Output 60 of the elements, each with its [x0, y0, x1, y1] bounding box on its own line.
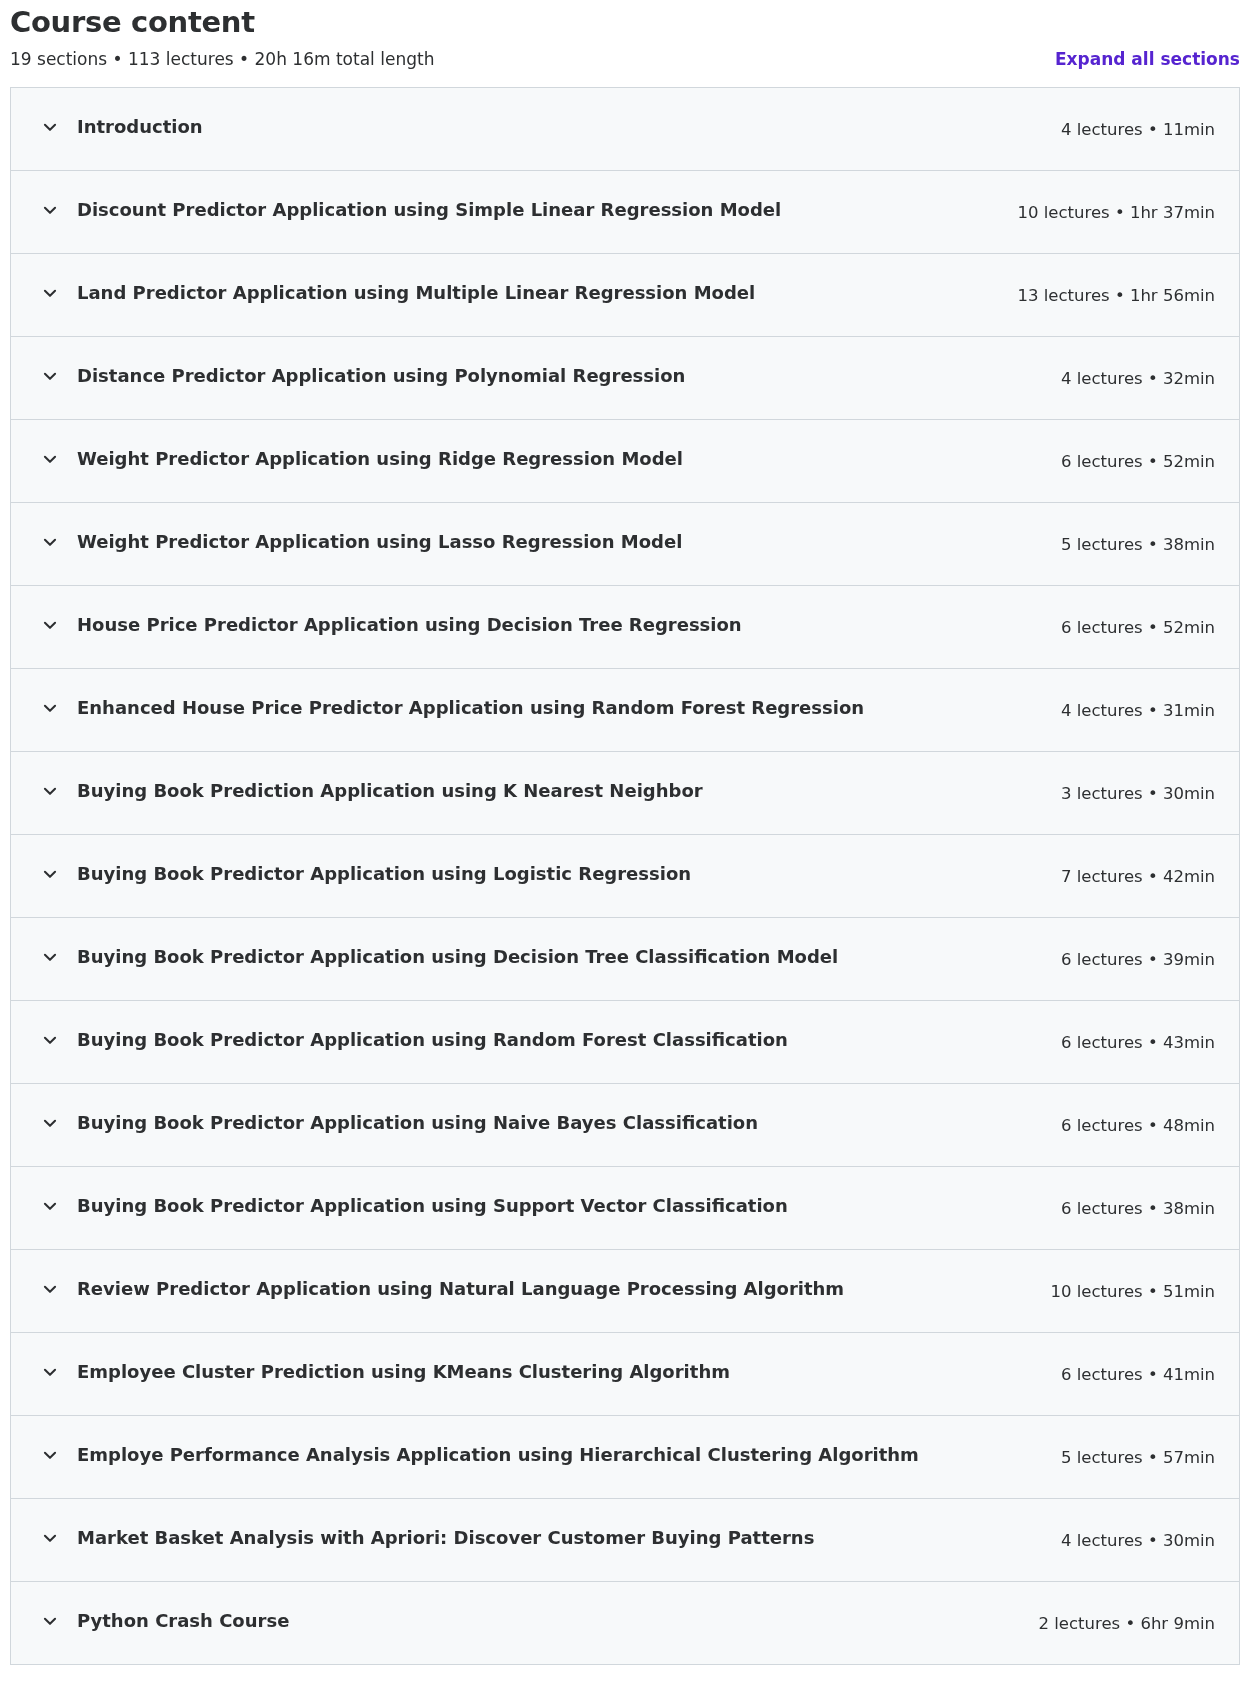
section-header[interactable]: Discount Predictor Application using Simple Linear Regression Model 10 lectures • 1hr 37min [11, 171, 1239, 254]
section-header[interactable]: Python Crash Course 2 lectures • 6hr 9min [11, 1582, 1239, 1665]
section-meta: 6 lectures • 41min [1061, 1364, 1215, 1384]
section-meta: 4 lectures • 11min [1061, 119, 1215, 139]
section-header[interactable]: Enhanced House Price Predictor Application using Random Forest Regression 4 lectures • 31min [11, 669, 1239, 752]
section-header[interactable]: Buying Book Predictor Application using Logistic Regression 7 lectures • 42min [11, 835, 1239, 918]
section-title: Buying Book Predictor Application using Decision Tree Classification Model [77, 945, 840, 967]
section-title: Distance Predictor Application using Polynomial Regression [77, 364, 687, 386]
section-header[interactable]: Weight Predictor Application using Ridge Regression Model 6 lectures • 52min [11, 420, 1239, 503]
section-title: Weight Predictor Application using Lasso Regression Model [77, 530, 684, 552]
page-heading: Course content [10, 4, 256, 41]
section-header[interactable]: Land Predictor Application using Multiple Linear Regression Model 13 lectures • 1hr 56min [11, 254, 1239, 337]
section-meta: 5 lectures • 57min [1061, 1447, 1215, 1467]
section-header[interactable]: Employe Performance Analysis Application using Hierarchical Clustering Algorithm 5 lectures • 57min [11, 1416, 1239, 1499]
section-title: Weight Predictor Application using Ridge Regression Model [77, 447, 684, 469]
expand-all-button[interactable]: Expand all sections [1054, 49, 1240, 69]
section-title: Introduction [77, 115, 204, 137]
section-meta: 10 lectures • 51min [1050, 1281, 1215, 1301]
section-title: Review Predictor Application using Natural Language Processing Algorithm [77, 1277, 846, 1299]
section-meta: 10 lectures • 1hr 37min [1017, 202, 1215, 222]
section-header[interactable]: Market Basket Analysis with Apriori: Discover Customer Buying Patterns 4 lectures • 30min [11, 1499, 1239, 1582]
section-meta: 4 lectures • 31min [1061, 700, 1215, 720]
section-title: Buying Book Predictor Application using Random Forest Classification [77, 1028, 789, 1050]
section-title: Employe Performance Analysis Application using Hierarchical Clustering Algorithm [77, 1443, 920, 1465]
section-meta: 6 lectures • 48min [1061, 1115, 1215, 1135]
section-header[interactable]: Buying Book Predictor Application using Naive Bayes Classification 6 lectures • 48min [11, 1084, 1239, 1167]
section-title: Python Crash Course [77, 1609, 291, 1631]
section-meta: 6 lectures • 38min [1061, 1198, 1215, 1218]
section-title: Buying Book Predictor Application using Support Vector Classification [77, 1194, 789, 1216]
section-title: Employee Cluster Prediction using KMeans Clustering Algorithm [77, 1360, 731, 1382]
section-header[interactable]: Employee Cluster Prediction using KMeans Clustering Algorithm 6 lectures • 41min [11, 1333, 1239, 1416]
section-meta: 6 lectures • 52min [1061, 617, 1215, 637]
section-meta: 4 lectures • 32min [1061, 368, 1215, 388]
section-header[interactable]: Weight Predictor Application using Lasso Regression Model 5 lectures • 38min [11, 503, 1239, 586]
section-title: Buying Book Prediction Application using K Nearest Neighbor [77, 779, 704, 801]
section-meta: 6 lectures • 43min [1061, 1032, 1215, 1052]
section-header[interactable]: Distance Predictor Application using Polynomial Regression 4 lectures • 32min [11, 337, 1239, 420]
section-title: Market Basket Analysis with Apriori: Discover Customer Buying Patterns [77, 1526, 816, 1548]
section-meta: 3 lectures • 30min [1061, 783, 1215, 803]
section-meta: 7 lectures • 42min [1061, 866, 1215, 886]
section-header[interactable]: House Price Predictor Application using Decision Tree Regression 6 lectures • 52min [11, 586, 1239, 669]
section-header[interactable]: Introduction 4 lectures • 11min [11, 88, 1239, 171]
section-title: House Price Predictor Application using Decision Tree Regression [77, 613, 743, 635]
section-title: Enhanced House Price Predictor Application using Random Forest Regression [77, 696, 866, 718]
section-meta: 4 lectures • 30min [1061, 1530, 1215, 1550]
course-summary: 19 sections • 113 lectures • 20h 16m total length [10, 49, 435, 69]
section-meta: 5 lectures • 38min [1061, 534, 1215, 554]
section-meta: 13 lectures • 1hr 56min [1017, 285, 1215, 305]
section-meta: 6 lectures • 39min [1061, 949, 1215, 969]
section-meta: 2 lectures • 6hr 9min [1038, 1613, 1215, 1633]
section-header[interactable]: Buying Book Prediction Application using K Nearest Neighbor 3 lectures • 30min [11, 752, 1239, 835]
section-title: Buying Book Predictor Application using Naive Bayes Classification [77, 1111, 759, 1133]
section-header[interactable]: Buying Book Predictor Application using Support Vector Classification 6 lectures • 38min [11, 1167, 1239, 1250]
section-header[interactable]: Review Predictor Application using Natural Language Processing Algorithm 10 lectures • 51min [11, 1250, 1239, 1333]
section-title: Land Predictor Application using Multiple Linear Regression Model [77, 281, 757, 303]
section-title: Buying Book Predictor Application using Logistic Regression [77, 862, 693, 884]
section-header[interactable]: Buying Book Predictor Application using Random Forest Classification 6 lectures • 43min [11, 1001, 1239, 1084]
section-header[interactable]: Buying Book Predictor Application using Decision Tree Classification Model 6 lectures • 39min [11, 918, 1239, 1001]
section-title: Discount Predictor Application using Simple Linear Regression Model [77, 198, 783, 220]
section-meta: 6 lectures • 52min [1061, 451, 1215, 471]
